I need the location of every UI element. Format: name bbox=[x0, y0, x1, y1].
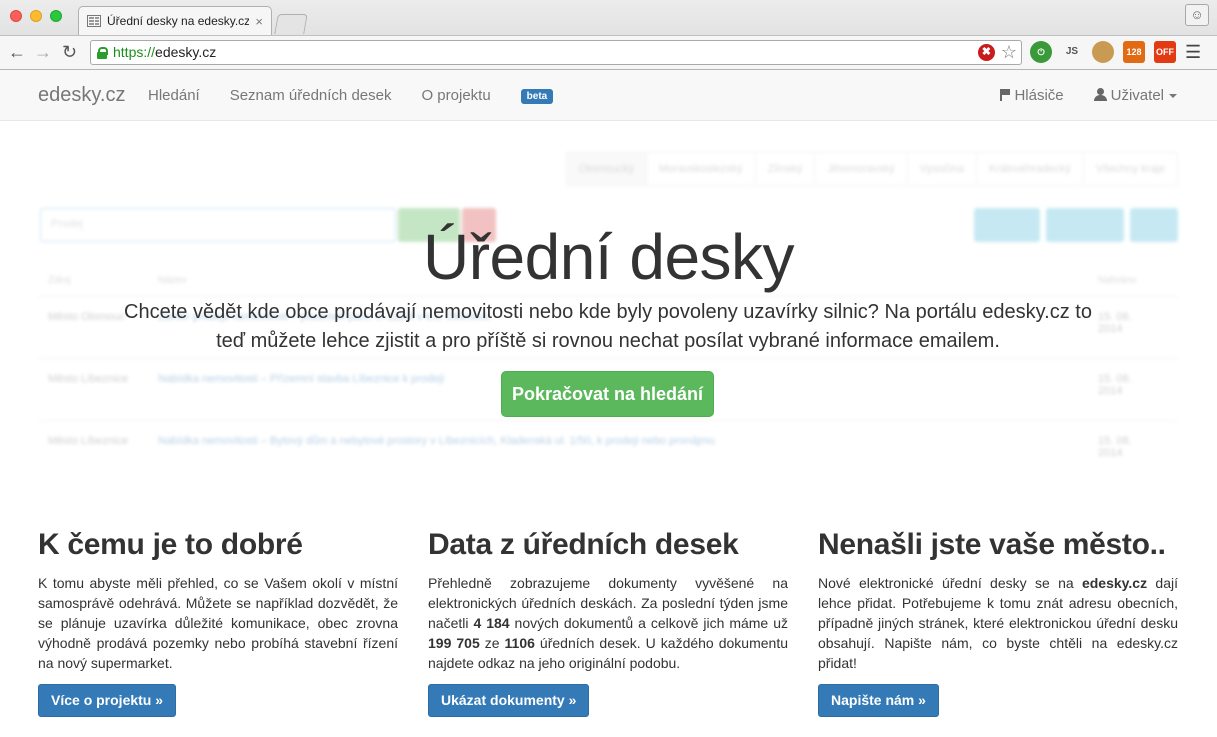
menu-icon[interactable]: ☰ bbox=[1185, 42, 1201, 63]
preview-row: Město Líbeznice Nabídka nemovitosti – By… bbox=[38, 420, 1178, 470]
region-tab: Jihomoravský bbox=[814, 152, 908, 185]
write-us-button[interactable]: Napište nám » bbox=[818, 684, 939, 717]
user-label: Uživatel bbox=[1110, 87, 1164, 104]
week-count: 4 184 bbox=[473, 615, 510, 631]
maximize-window-button[interactable] bbox=[50, 10, 62, 22]
column-missing-city: Nenašli jste vaše město.. Nové elektroni… bbox=[818, 528, 1178, 717]
preview-date: 15. 08. 2014 bbox=[1098, 435, 1132, 459]
column-text: K tomu abyste měli přehled, co se Vašem … bbox=[38, 575, 398, 671]
region-tab: Všechny kraje bbox=[1082, 152, 1178, 185]
user-dropdown[interactable]: Uživatel bbox=[1093, 87, 1177, 104]
close-window-button[interactable] bbox=[10, 10, 22, 22]
reload-icon[interactable]: ↻ bbox=[62, 42, 77, 63]
region-tab: Zlínský bbox=[754, 152, 816, 185]
nav-links: Hledání Seznam úředních desek O projektu… bbox=[148, 87, 554, 105]
column-text: Přehledně zobrazujeme dokumenty vyvěšené… bbox=[428, 575, 788, 671]
window-controls bbox=[10, 10, 62, 22]
preview-source: Město Líbeznice bbox=[48, 373, 129, 385]
address-bar-actions: ✖ ☆ bbox=[977, 43, 1017, 61]
region-tabs: Olomoucký Moravskoslezský Zlínský Jihomo… bbox=[565, 152, 1178, 186]
nav-right: Hlásiče Uživatel bbox=[1000, 87, 1177, 104]
preview-source: Město Líbeznice bbox=[48, 435, 129, 447]
site-name: edesky.cz bbox=[1081, 575, 1148, 591]
region-tab: Královéhradecký bbox=[975, 152, 1084, 185]
total-count: 199 705 bbox=[428, 635, 480, 651]
forward-arrow-icon[interactable]: → bbox=[34, 42, 52, 63]
user-icon bbox=[1093, 88, 1107, 101]
browser-toolbar: ← → ↻ https://edesky.cz ✖ ☆ ⏻ JS 128 OFF… bbox=[0, 35, 1217, 69]
tab-title: Úřední desky na edesky.cz bbox=[107, 14, 250, 28]
minimize-window-button[interactable] bbox=[30, 10, 42, 22]
back-arrow-icon[interactable]: ← bbox=[8, 42, 26, 63]
hero-text: Chcete vědět kde obce prodávají nemovito… bbox=[124, 301, 1092, 352]
column-data: Data z úředních desek Přehledně zobrazuj… bbox=[428, 528, 788, 717]
hlasice-label: Hlásiče bbox=[1014, 87, 1064, 104]
url-scheme: https:// bbox=[113, 43, 156, 60]
region-tab: Vysočina bbox=[906, 152, 977, 185]
browser-chrome: Úřední desky na edesky.cz × ☺ ← → ↻ http… bbox=[0, 0, 1217, 70]
hero-title: Úřední desky bbox=[422, 221, 795, 293]
power-extension-icon[interactable]: ⏻ bbox=[1030, 41, 1052, 63]
show-documents-button[interactable]: Ukázat dokumenty » bbox=[428, 684, 590, 717]
rss-extension-icon[interactable]: 128 bbox=[1123, 41, 1145, 63]
region-tab: Olomoucký bbox=[565, 152, 647, 185]
new-tab-button[interactable] bbox=[274, 14, 308, 34]
off-extension-icon[interactable]: OFF bbox=[1154, 41, 1176, 63]
url-host: edesky.cz bbox=[155, 43, 217, 60]
table-favicon-icon bbox=[87, 15, 101, 27]
nav-search-link[interactable]: Hledání bbox=[148, 87, 200, 105]
address-bar[interactable]: https://edesky.cz ✖ ☆ bbox=[90, 40, 1022, 65]
beta-badge: beta bbox=[520, 89, 554, 104]
preview-title: Nabídka nemovitosti – Přízemní stavba Lí… bbox=[158, 373, 445, 385]
region-tab: Moravskoslezský bbox=[645, 152, 756, 185]
preview-title: Nabídka nemovitosti – Bytový dům a nebyt… bbox=[158, 435, 716, 447]
column-heading: K čemu je to dobré bbox=[38, 528, 303, 561]
column-about: K čemu je to dobré K tomu abyste měli př… bbox=[38, 528, 398, 717]
more-about-project-button[interactable]: Více o projektu » bbox=[38, 684, 177, 717]
browser-tab[interactable]: Úřední desky na edesky.cz × bbox=[78, 6, 272, 35]
site-navbar: edesky.cz Hledání Seznam úředních desek … bbox=[0, 70, 1217, 121]
column-heading: Data z úředních desek bbox=[428, 528, 739, 561]
brand-link[interactable]: edesky.cz bbox=[38, 84, 125, 107]
caret-down-icon bbox=[1169, 94, 1177, 99]
extensions-bar: ⏻ JS 128 OFF ☰ bbox=[1030, 41, 1201, 63]
profile-icon[interactable]: ☺ bbox=[1185, 4, 1209, 26]
js-extension-icon[interactable]: JS bbox=[1061, 41, 1083, 63]
boards-count: 1106 bbox=[504, 635, 535, 651]
nav-boards-link[interactable]: Seznam úředních desek bbox=[230, 87, 392, 105]
column-text: Nové elektronické úřední desky se na ede… bbox=[818, 575, 1178, 671]
adblock-icon[interactable]: ✖ bbox=[977, 43, 995, 61]
bookmark-star-icon[interactable]: ☆ bbox=[1001, 43, 1017, 61]
flag-icon bbox=[1000, 89, 1011, 101]
column-heading: Nenašli jste vaše město.. bbox=[818, 528, 1166, 561]
continue-to-search-button[interactable]: Pokračovat na hledání bbox=[501, 371, 714, 417]
hlasice-link[interactable]: Hlásiče bbox=[1000, 87, 1064, 104]
lock-icon bbox=[97, 46, 108, 59]
preview-date: 15. 08. 2014 bbox=[1098, 373, 1132, 397]
nav-about-link[interactable]: O projektu bbox=[421, 87, 490, 105]
cookie-extension-icon[interactable] bbox=[1092, 41, 1114, 63]
tab-close-icon[interactable]: × bbox=[255, 14, 263, 29]
